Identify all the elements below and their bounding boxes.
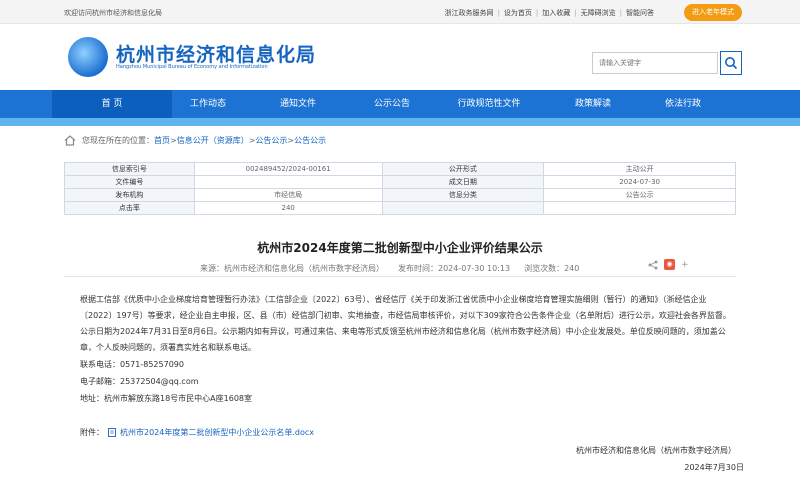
article-title: 杭州市2024年度第二批创新型中小企业评价结果公示 (257, 241, 543, 255)
share-icon[interactable] (648, 260, 658, 270)
article-paragraph: 根据工信部《优质中小企业梯度培育管理暂行办法》（工信部企业〔2022〕63号）、… (80, 295, 731, 352)
link-accessibility[interactable]: 无障碍浏览 (581, 8, 616, 18)
table-key (381, 201, 545, 215)
table-value: 240 (193, 201, 383, 215)
attachment-label: 附件： (80, 428, 104, 437)
plus-icon[interactable]: + (681, 260, 689, 270)
nav-banner (0, 118, 800, 126)
contact-phone: 联系电话：0571-85257090 (80, 360, 184, 369)
table-value: 公告公示 (543, 188, 736, 202)
table-value (193, 175, 383, 189)
breadcrumb-home[interactable]: 首页 (154, 135, 170, 146)
signature-date: 2024年7月30日 (684, 463, 744, 472)
signature: 杭州市经济和信息化局（杭州市数字经济局） (576, 446, 736, 455)
site-title[interactable]: 杭州市经济和信息化局 (116, 40, 316, 67)
article-meta: 来源：杭州市经济和信息化局（杭州市数字经济局） 发布时间：2024-07-30 … (200, 263, 579, 274)
table-value: 2024-07-30 (543, 175, 736, 189)
table-key: 发布机构 (64, 188, 195, 202)
site-subtitle: Hangzhou Municipal Bureau of Economy and… (116, 64, 268, 70)
breadcrumb-announcements[interactable]: 公告公示 (255, 135, 287, 146)
table-value (543, 201, 736, 215)
nav-policy[interactable]: 政策解读 (548, 90, 638, 118)
search-input[interactable] (592, 52, 718, 74)
nav-work-news[interactable]: 工作动态 (178, 90, 238, 118)
home-icon (64, 134, 76, 146)
table-key: 成文日期 (381, 175, 545, 189)
main-nav: 首 页 工作动态 通知文件 公示公告 行政规范性文件 政策解读 依法行政 (0, 90, 800, 118)
table-value: 市经信局 (193, 188, 383, 202)
link-set-homepage[interactable]: 设为首页 (504, 8, 532, 18)
nav-home[interactable]: 首 页 (52, 90, 172, 118)
breadcrumb-prefix: 您现在所在的位置： (82, 135, 154, 145)
attachment-link[interactable]: 杭州市2024年度第二批创新型中小企业公示名单.docx (120, 427, 314, 438)
nav-regulations[interactable]: 行政规范性文件 (434, 90, 544, 118)
search-icon (725, 57, 738, 70)
breadcrumb-current[interactable]: 公告公示 (294, 135, 326, 146)
search-button[interactable] (720, 51, 742, 75)
breadcrumb: 您现在所在的位置： 首页 > 信息公开（资源库） > 公告公示 > 公告公示 (64, 132, 736, 148)
logo-icon[interactable] (68, 37, 108, 77)
document-icon (108, 428, 116, 437)
article-source: 来源：杭州市经济和信息化局（杭州市数字经济局） (200, 264, 384, 273)
table-row: 发布机构 市经信局 信息分类 公告公示 (64, 188, 736, 202)
welcome-text: 欢迎访问杭州市经济和信息化局 (64, 9, 162, 17)
nav-notices[interactable]: 通知文件 (256, 90, 340, 118)
table-key: 点击率 (64, 201, 195, 215)
nav-announcements[interactable]: 公示公告 (350, 90, 434, 118)
link-zjzwfw[interactable]: 浙江政务服务网 (445, 8, 494, 18)
top-utility-bar: 欢迎访问杭州市经济和信息化局 浙江政务服务网 | 设为首页 | 加入收藏 | 无障碍浏… (0, 0, 800, 24)
contact-address: 地址：杭州市解放东路18号市民中心A座1608室 (80, 394, 253, 403)
link-add-favorite[interactable]: 加入收藏 (542, 8, 570, 18)
info-table: 信息索引号 002489452/2024-00161 公开形式 主动公开 文件编… (64, 162, 736, 215)
nav-law[interactable]: 依法行政 (638, 90, 728, 118)
table-row: 点击率 240 (64, 201, 736, 215)
table-key: 信息分类 (381, 188, 545, 202)
table-key: 文件编号 (64, 175, 195, 189)
table-key: 信息索引号 (64, 162, 195, 176)
table-row: 文件编号 成文日期 2024-07-30 (64, 175, 736, 189)
table-key: 公开形式 (381, 162, 545, 176)
article-publish-time: 发布时间：2024-07-30 10:13 (398, 264, 511, 273)
contact-email: 电子邮箱：25372504@qq.com (80, 377, 199, 386)
attachment: 附件： 杭州市2024年度第二批创新型中小企业公示名单.docx (80, 427, 314, 438)
link-smart-qa[interactable]: 智能问答 (626, 8, 654, 18)
elder-mode-button[interactable]: 进入老年模式 (684, 4, 742, 21)
utility-links: 浙江政务服务网 | 设为首页 | 加入收藏 | 无障碍浏览 | 智能问答 (444, 8, 654, 18)
divider (64, 276, 736, 277)
article-body: 根据工信部《优质中小企业梯度培育管理暂行办法》（工信部企业〔2022〕63号）、… (80, 292, 736, 356)
breadcrumb-info-public[interactable]: 信息公开（资源库） (177, 135, 249, 146)
share-tools: ◉ + (648, 259, 689, 270)
table-value: 002489452/2024-00161 (193, 162, 383, 176)
weibo-icon[interactable]: ◉ (664, 259, 675, 270)
table-row: 信息索引号 002489452/2024-00161 公开形式 主动公开 (64, 162, 736, 176)
article-views: 浏览次数：240 (524, 264, 580, 273)
table-value: 主动公开 (543, 162, 736, 176)
